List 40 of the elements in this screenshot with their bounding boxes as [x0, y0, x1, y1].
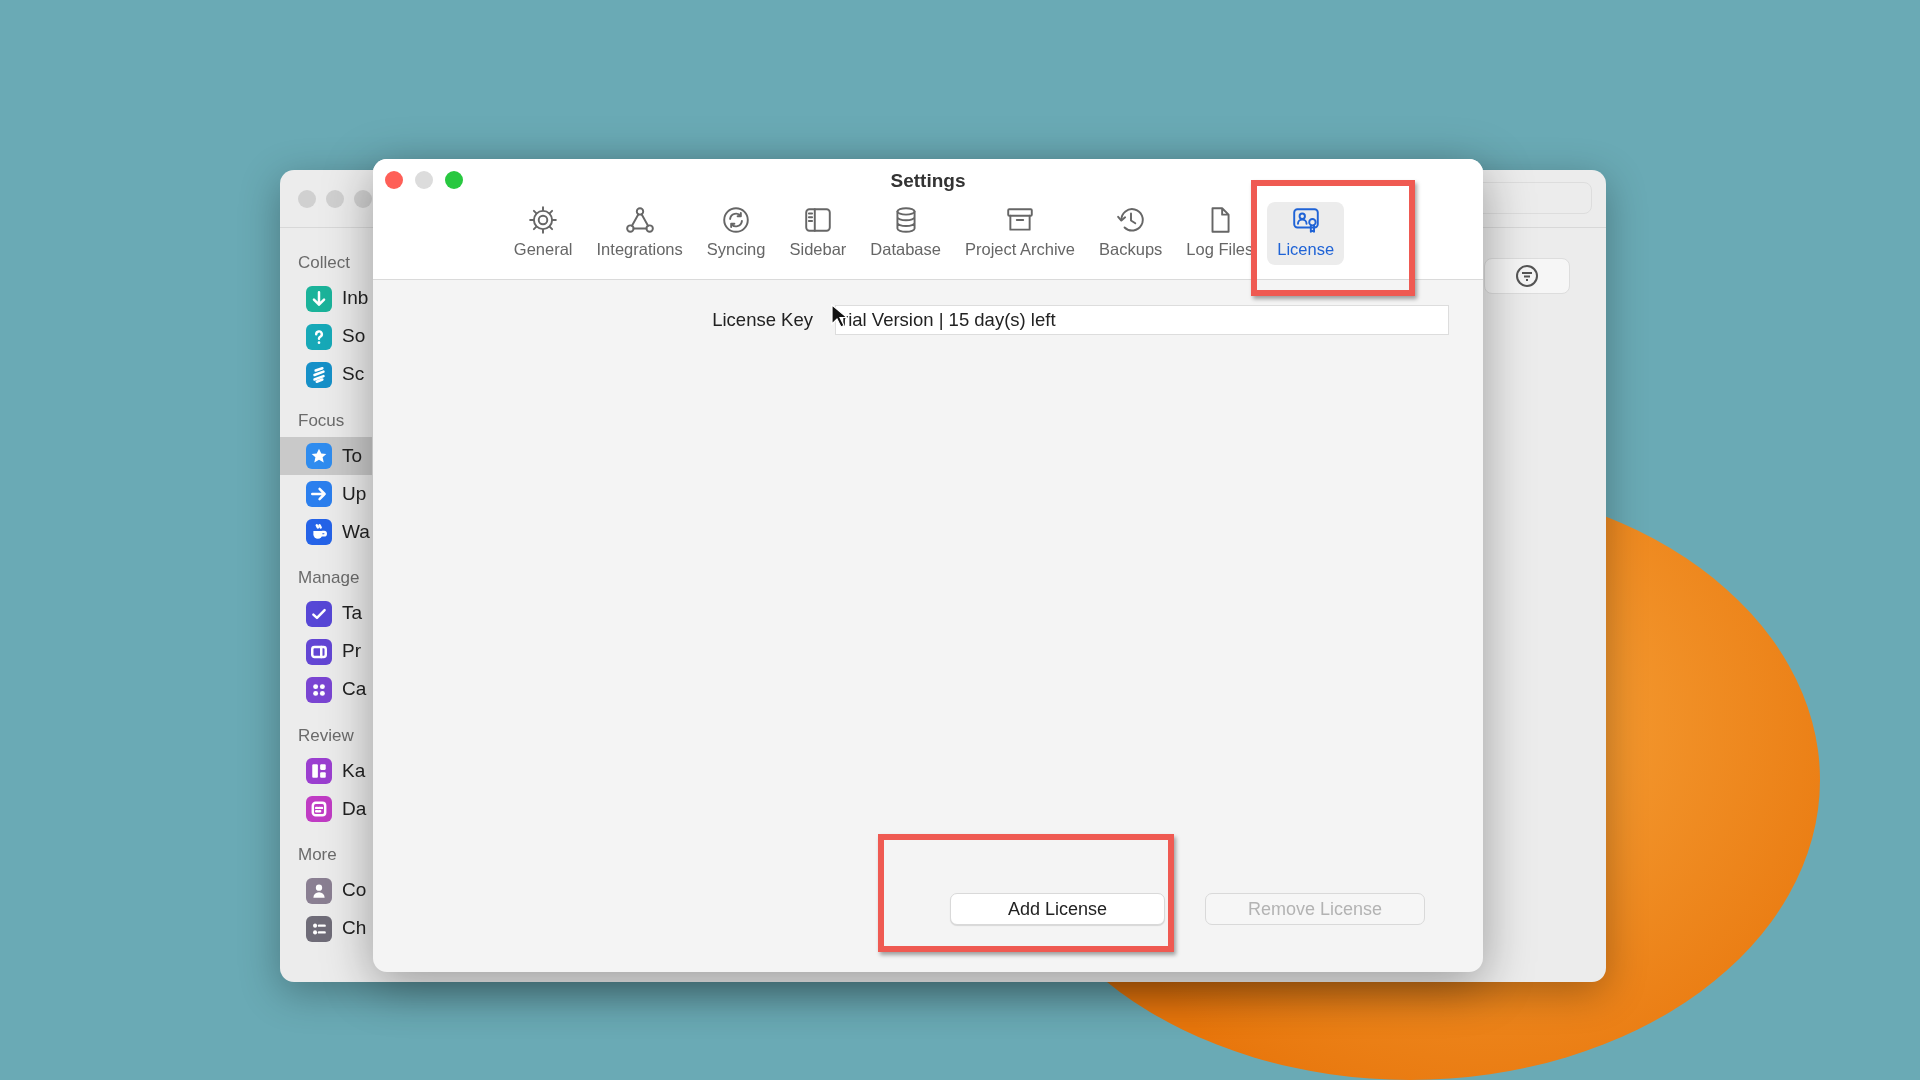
navigation-item[interactable]: Pr — [280, 632, 372, 671]
toolbar-tab[interactable]: Project Archive — [955, 201, 1086, 266]
license-key-label: License Key — [711, 308, 814, 333]
navigation-item[interactable]: So — [280, 317, 372, 356]
section-heading: Focus — [297, 409, 346, 432]
section-heading: More — [297, 844, 338, 866]
section-heading: Collect — [297, 252, 351, 274]
section-heading: Manage — [297, 567, 361, 589]
section-heading: Review — [297, 724, 355, 747]
filter-icon — [1515, 264, 1539, 288]
toolbar-tab[interactable]: Backups — [1089, 201, 1173, 266]
close-button[interactable] — [298, 189, 316, 208]
navigation-item[interactable]: Wa — [280, 513, 372, 551]
navigation-item[interactable]: Ca — [280, 670, 372, 709]
gear-icon — [528, 204, 559, 235]
filter-button[interactable] — [1484, 258, 1570, 294]
minimize-button[interactable] — [326, 189, 344, 208]
toolbar-tab[interactable]: Integrations — [586, 201, 693, 266]
add-license-button[interactable]: Add License — [950, 893, 1165, 925]
navigation-item[interactable]: Co — [280, 871, 372, 910]
navigation-item[interactable]: Ka — [280, 752, 372, 790]
navigation-item[interactable]: Inb — [280, 279, 372, 318]
navigation-item[interactable]: Sc — [280, 355, 372, 394]
toolbar-tab[interactable]: Syncing — [696, 201, 776, 266]
toolbar-tab[interactable]: License — [1267, 201, 1345, 266]
toolbar-tab[interactable]: Sidebar — [779, 201, 857, 266]
navigation-item[interactable]: Up — [280, 475, 372, 513]
zoom-button[interactable] — [445, 171, 463, 189]
sync-icon — [721, 204, 752, 235]
navigation-item[interactable]: Da — [280, 790, 372, 828]
window-title: Settings — [890, 169, 966, 193]
toolbar-tab[interactable]: General — [503, 201, 583, 266]
toolbar-tab[interactable]: Database — [860, 201, 951, 266]
zoom-button[interactable] — [354, 189, 372, 208]
minimize-button[interactable] — [415, 171, 433, 189]
navigation-item[interactable]: To — [280, 437, 372, 475]
navigation-item[interactable]: Ta — [280, 594, 372, 633]
connected-nodes-icon — [624, 204, 655, 235]
close-button[interactable] — [385, 171, 403, 189]
navigation-item[interactable]: Ch — [280, 909, 372, 948]
